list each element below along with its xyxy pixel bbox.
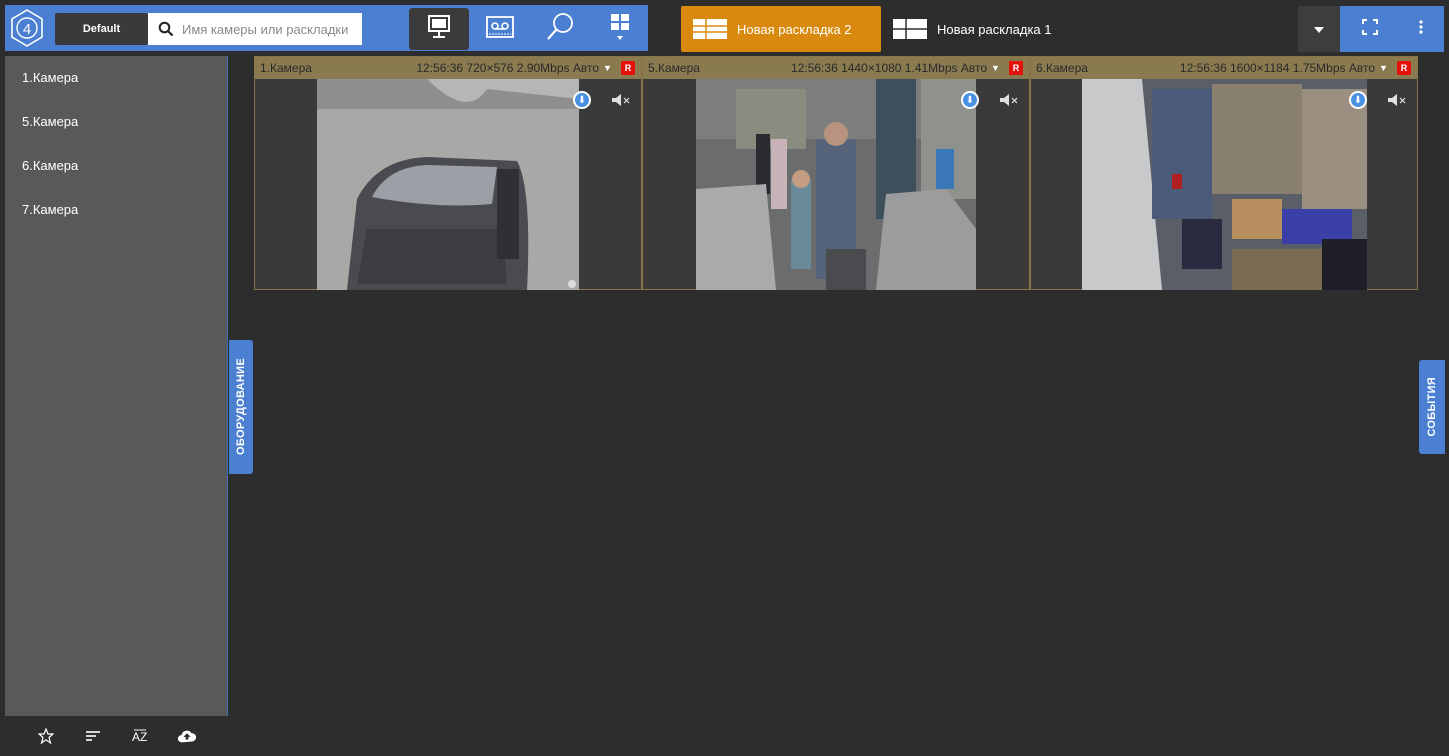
- camera-tile[interactable]: 1.Камера 12:56:36 720×576 2.90Mbps Авто …: [254, 56, 642, 290]
- more-vertical-icon: [1419, 19, 1423, 39]
- layout-tab-label: Новая раскладка 2: [737, 21, 852, 37]
- grid-icon: [606, 10, 634, 49]
- camera-tile-header: 1.Камера 12:56:36 720×576 2.90Mbps Авто …: [255, 57, 641, 79]
- app-window: 4 Default Имя камеры или раскладки Новая…: [0, 0, 1449, 756]
- layout-grid-icon: [693, 19, 727, 39]
- svg-text:A: A: [132, 730, 140, 744]
- download-icon[interactable]: ⬇: [1349, 91, 1367, 109]
- camera-video-feed[interactable]: [1082, 79, 1367, 290]
- az-sort-icon[interactable]: AZ: [130, 726, 150, 746]
- layout-tab-2[interactable]: Новая раскладка 2: [681, 6, 881, 52]
- camera-video-feed[interactable]: [317, 79, 579, 290]
- mute-icon[interactable]: [1385, 91, 1409, 109]
- cloud-upload-icon[interactable]: [177, 726, 197, 746]
- camera-tile-header: 6.Камера 12:56:36 1600×1184 1.75Mbps Авт…: [1031, 57, 1417, 79]
- layout-tabs-dropdown-button[interactable]: [1298, 6, 1340, 52]
- layout-tab-label: Новая раскладка 1: [937, 21, 1052, 37]
- caret-down-icon: [1314, 20, 1324, 38]
- profile-button[interactable]: Default: [55, 13, 148, 45]
- recording-badge[interactable]: R: [1397, 61, 1411, 75]
- search-box[interactable]: [148, 13, 362, 45]
- camera-list-item[interactable]: 6.Камера: [5, 144, 227, 188]
- camera-tile[interactable]: 6.Камера 12:56:36 1600×1184 1.75Mbps Авт…: [1030, 56, 1418, 290]
- camera-video-feed[interactable]: [696, 79, 976, 290]
- stream-dropdown-caret-icon[interactable]: ▼: [1379, 63, 1391, 73]
- tape-icon: [485, 14, 515, 45]
- camera-list-item[interactable]: 1.Камера: [5, 56, 227, 100]
- mode-search-button[interactable]: [530, 8, 590, 50]
- camera-list-item[interactable]: 7.Камера: [5, 188, 227, 232]
- svg-text:Z: Z: [140, 730, 147, 744]
- star-icon[interactable]: [36, 726, 56, 746]
- equipment-panel-tab[interactable]: ОБОРУДОВАНИЕ: [229, 340, 253, 474]
- sort-icon[interactable]: [83, 726, 103, 746]
- camera-list-panel: 1.Камера 5.Камера 6.Камера 7.Камера: [5, 56, 228, 716]
- search-input[interactable]: [182, 21, 362, 37]
- top-bar: 4 Default Имя камеры или раскладки Новая…: [0, 0, 1449, 56]
- mute-icon[interactable]: [997, 91, 1021, 109]
- magnifier-icon: [544, 11, 576, 48]
- camera-list-item[interactable]: 5.Камера: [5, 100, 227, 144]
- monitor-icon: [425, 13, 453, 46]
- download-icon[interactable]: ⬇: [961, 91, 979, 109]
- camera-tile-header: 5.Камера 12:56:36 1440×1080 1.41Mbps Авт…: [643, 57, 1029, 79]
- download-icon[interactable]: ⬇: [573, 91, 591, 109]
- camera-tile-name: 5.Камера: [648, 61, 700, 75]
- stream-dropdown-caret-icon[interactable]: ▼: [603, 63, 615, 73]
- search-icon: [158, 21, 174, 37]
- layout-tab-1[interactable]: Новая раскладка 1: [881, 6, 1201, 52]
- camera-tile-name: 6.Камера: [1036, 61, 1088, 75]
- camera-tile[interactable]: 5.Камера 12:56:36 1440×1080 1.41Mbps Авт…: [642, 56, 1030, 290]
- events-tab-label: СОБЫТИЯ: [1426, 377, 1438, 437]
- mode-archive-button[interactable]: [470, 8, 530, 50]
- logo-glyph: 4: [23, 21, 31, 38]
- events-panel-tab[interactable]: СОБЫТИЯ: [1419, 360, 1445, 454]
- mode-layouts-button[interactable]: [590, 8, 650, 50]
- camera-tile-stream-info: 12:56:36 1600×1184 1.75Mbps Авто: [1179, 61, 1375, 75]
- camera-tile-name: 1.Камера: [260, 61, 312, 75]
- mode-live-button[interactable]: [409, 8, 469, 50]
- recording-badge[interactable]: R: [1009, 61, 1023, 75]
- app-logo-icon[interactable]: 4: [9, 7, 45, 49]
- mute-icon[interactable]: [609, 91, 633, 109]
- recording-badge[interactable]: R: [621, 61, 635, 75]
- camera-tile-stream-info: 12:56:36 1440×1080 1.41Mbps Авто: [791, 61, 987, 75]
- profile-label: Default: [82, 23, 121, 35]
- fullscreen-icon: [1362, 18, 1378, 40]
- layout-grid-icon: [893, 19, 927, 39]
- camera-tile-stream-info: 12:56:36 720×576 2.90Mbps Авто: [416, 61, 599, 75]
- more-menu-button[interactable]: [1409, 14, 1433, 44]
- stream-dropdown-caret-icon[interactable]: ▼: [991, 63, 1003, 73]
- fullscreen-button[interactable]: [1355, 14, 1385, 44]
- equipment-tab-label: ОБОРУДОВАНИЕ: [235, 358, 247, 456]
- sidebar-toolbar: AZ: [5, 716, 228, 756]
